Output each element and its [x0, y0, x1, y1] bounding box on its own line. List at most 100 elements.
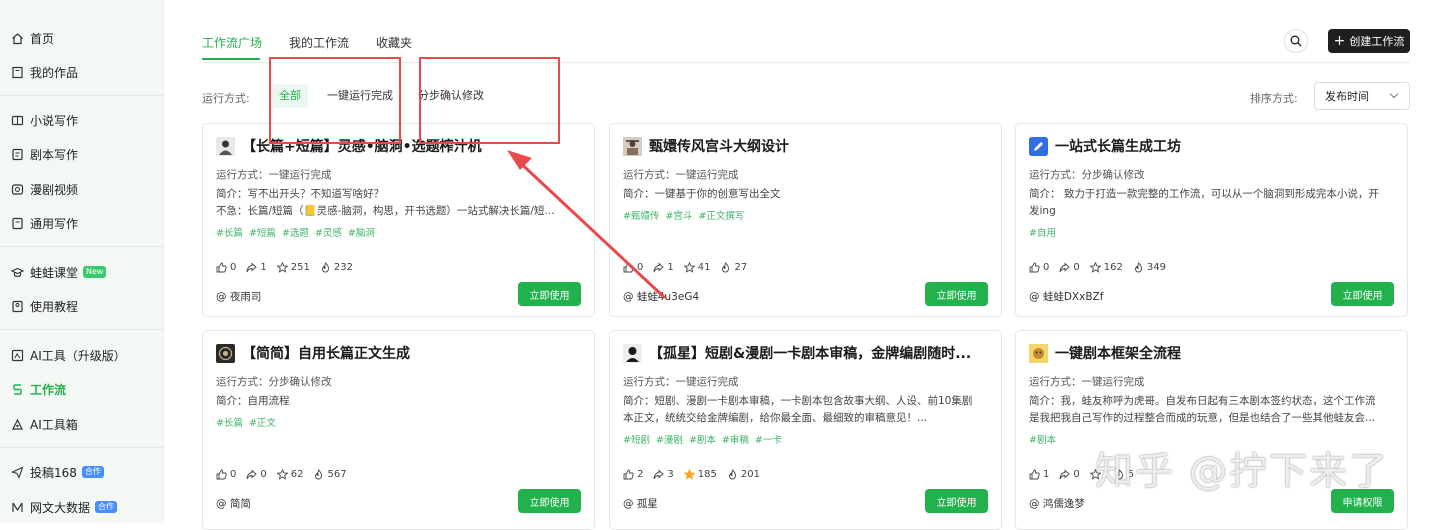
- like-stat[interactable]: 0: [216, 469, 236, 480]
- sidebar-item-ai-toolbox[interactable]: AI工具箱: [0, 411, 164, 437]
- star-stat[interactable]: 162: [1089, 262, 1123, 273]
- tab-favorites[interactable]: 收藏夹: [376, 34, 412, 51]
- tag[interactable]: #选题: [282, 228, 309, 239]
- tag[interactable]: #短剧: [623, 435, 650, 446]
- star-stat[interactable]: 41: [683, 262, 710, 273]
- thumbs-up-icon: [623, 262, 634, 273]
- use-now-button[interactable]: 立即使用: [925, 282, 988, 306]
- card-author[interactable]: @ 蛙蛙4u3eG4: [623, 289, 699, 304]
- workflow-card[interactable]: 【简简】自用长篇正文生成 运行方式：分步确认修改 简介：自用流程 #长篇 #正文 …: [202, 330, 595, 530]
- create-workflow-button[interactable]: + 创建工作流: [1328, 29, 1410, 53]
- card-tags: #自用: [1029, 225, 1062, 239]
- share-stat[interactable]: 0: [1059, 469, 1080, 480]
- tag[interactable]: #长篇: [216, 418, 243, 429]
- share-stat[interactable]: 3: [653, 469, 674, 480]
- sidebar-item-novel[interactable]: 小说写作: [0, 107, 164, 133]
- use-count: 5: [1127, 469, 1135, 480]
- like-stat[interactable]: 0: [623, 262, 643, 273]
- card-author[interactable]: @ 孤星: [623, 496, 658, 511]
- sidebar-item-ai-tools[interactable]: AI工具（升级版）: [0, 342, 164, 368]
- like-count: 0: [637, 262, 644, 273]
- like-stat[interactable]: 0: [1029, 262, 1049, 273]
- tag[interactable]: #短篇: [249, 228, 276, 239]
- use-count: 201: [740, 469, 760, 480]
- use-now-button[interactable]: 立即使用: [925, 489, 988, 513]
- card-run-mode: 运行方式：一键运行完成: [623, 376, 739, 388]
- share-stat[interactable]: 1: [653, 262, 674, 273]
- sort-select[interactable]: 发布时间: [1314, 82, 1410, 110]
- workflow-card[interactable]: 【长篇+短篇】灵感•脑洞•选题榨汁机 运行方式：一键运行完成 简介：写不出开头？…: [202, 123, 595, 317]
- share-stat[interactable]: 0: [246, 469, 267, 480]
- star-stat[interactable]: [1089, 469, 1104, 480]
- active-tab-indicator: [202, 58, 260, 60]
- like-stat[interactable]: 1: [1029, 469, 1049, 480]
- star-stat[interactable]: 62: [276, 469, 303, 480]
- tag[interactable]: #剧本: [689, 435, 716, 446]
- tag[interactable]: #剧本: [1029, 435, 1056, 446]
- use-now-button[interactable]: 立即使用: [518, 282, 581, 306]
- sidebar-item-submit[interactable]: 投稿168 合作: [0, 459, 164, 485]
- workflow-card[interactable]: 甄嬛传风宫斗大纲设计 运行方式：一键运行完成 简介：一键基于你的创意写出全文 #…: [609, 123, 1002, 317]
- sidebar-item-classroom[interactable]: 蛙蛙课堂 New: [0, 259, 164, 285]
- card-stats: 0 1 41 27: [623, 262, 757, 273]
- card-author[interactable]: @ 蛙蛙DXxBZf: [1029, 289, 1103, 304]
- tag[interactable]: #漫剧: [656, 435, 683, 446]
- new-badge: New: [83, 266, 107, 278]
- card-tags: #短剧 #漫剧 #剧本 #审稿 #一卡: [623, 432, 788, 446]
- like-count: 0: [230, 469, 237, 480]
- tab-workflow-plaza[interactable]: 工作流广场: [202, 34, 262, 51]
- sidebar-item-comic-video[interactable]: 漫剧视频: [0, 176, 164, 202]
- tag[interactable]: #甄嬛传: [623, 211, 659, 222]
- sidebar-item-script[interactable]: 剧本写作: [0, 141, 164, 167]
- star-stat[interactable]: 185: [683, 469, 717, 480]
- filter-all[interactable]: 全部: [272, 84, 308, 108]
- star-stat[interactable]: 251: [276, 262, 310, 273]
- like-stat[interactable]: 0: [216, 262, 236, 273]
- sidebar-item-general-writing[interactable]: 通用写作: [0, 210, 164, 236]
- request-permission-button[interactable]: 申请权限: [1331, 489, 1394, 513]
- sidebar-item-big-data[interactable]: 网文大数据 合作: [0, 494, 164, 520]
- workflow-card[interactable]: 一键剧本框架全流程 运行方式：一键运行完成 简介：我，蛙友称呼为虎哥。自发布日起…: [1015, 330, 1408, 530]
- search-button[interactable]: [1284, 29, 1308, 53]
- card-author[interactable]: @ 简简: [216, 496, 251, 511]
- sidebar-item-home[interactable]: 首页: [0, 25, 164, 51]
- tag[interactable]: #自用: [1029, 228, 1056, 239]
- share-stat[interactable]: 0: [1059, 262, 1080, 273]
- sidebar-item-tutorial[interactable]: 使用教程: [0, 293, 164, 319]
- use-now-button[interactable]: 立即使用: [518, 489, 581, 513]
- star-icon: [276, 262, 288, 273]
- tag[interactable]: #灵感: [315, 228, 342, 239]
- card-author[interactable]: @ 夜雨司: [216, 289, 261, 304]
- tag[interactable]: #一卡: [755, 435, 782, 446]
- use-stat: 232: [320, 262, 353, 273]
- card-run-mode: 运行方式：一键运行完成: [216, 169, 332, 181]
- card-description: 简介：一键基于你的创意写出全文: [623, 186, 989, 203]
- send-icon: [10, 465, 24, 479]
- card-tags: #长篇 #短篇 #选题 #灵感 #脑洞: [216, 225, 381, 239]
- filter-one-click[interactable]: 一键运行完成: [320, 84, 400, 108]
- tag[interactable]: #宫斗: [665, 211, 692, 222]
- workflow-card[interactable]: 一站式长篇生成工坊 运行方式：分步确认修改 简介： 致力于打造一款完整的工作流，…: [1015, 123, 1408, 317]
- share-stat[interactable]: 1: [246, 262, 267, 273]
- tag[interactable]: #正文: [249, 418, 276, 429]
- sidebar-item-label: AI工具箱: [30, 417, 78, 432]
- tag[interactable]: #长篇: [216, 228, 243, 239]
- card-stats: 1 0 5: [1029, 469, 1144, 480]
- desc-line: 简介：短剧、漫剧一卡剧本审稿，一卡剧本包含故事大纲、人设、前10集剧: [623, 395, 973, 407]
- sidebar-item-workflow[interactable]: 工作流: [0, 376, 164, 402]
- tab-my-workflows[interactable]: 我的工作流: [289, 34, 349, 51]
- like-stat[interactable]: 2: [623, 469, 643, 480]
- workflow-card[interactable]: 【孤星】短剧&漫剧一卡剧本审稿，金牌编剧随时... 运行方式：一键运行完成 简介…: [609, 330, 1002, 530]
- filter-step-confirm[interactable]: 分步确认修改: [411, 84, 491, 108]
- use-now-button[interactable]: 立即使用: [1331, 282, 1394, 306]
- card-run-mode: 运行方式：分步确认修改: [216, 376, 332, 388]
- sidebar-item-my-works[interactable]: 我的作品: [0, 59, 164, 85]
- thumbs-up-icon: [216, 262, 227, 273]
- sidebar-item-label: AI工具（升级版）: [30, 348, 126, 363]
- tag[interactable]: #审稿: [722, 435, 749, 446]
- sidebar-item-label: 剧本写作: [30, 147, 79, 162]
- tag[interactable]: #脑洞: [348, 228, 375, 239]
- tag[interactable]: #正文撰写: [698, 211, 744, 222]
- card-author[interactable]: @ 鸿儒逸梦: [1029, 496, 1085, 511]
- use-stat: 201: [727, 469, 760, 480]
